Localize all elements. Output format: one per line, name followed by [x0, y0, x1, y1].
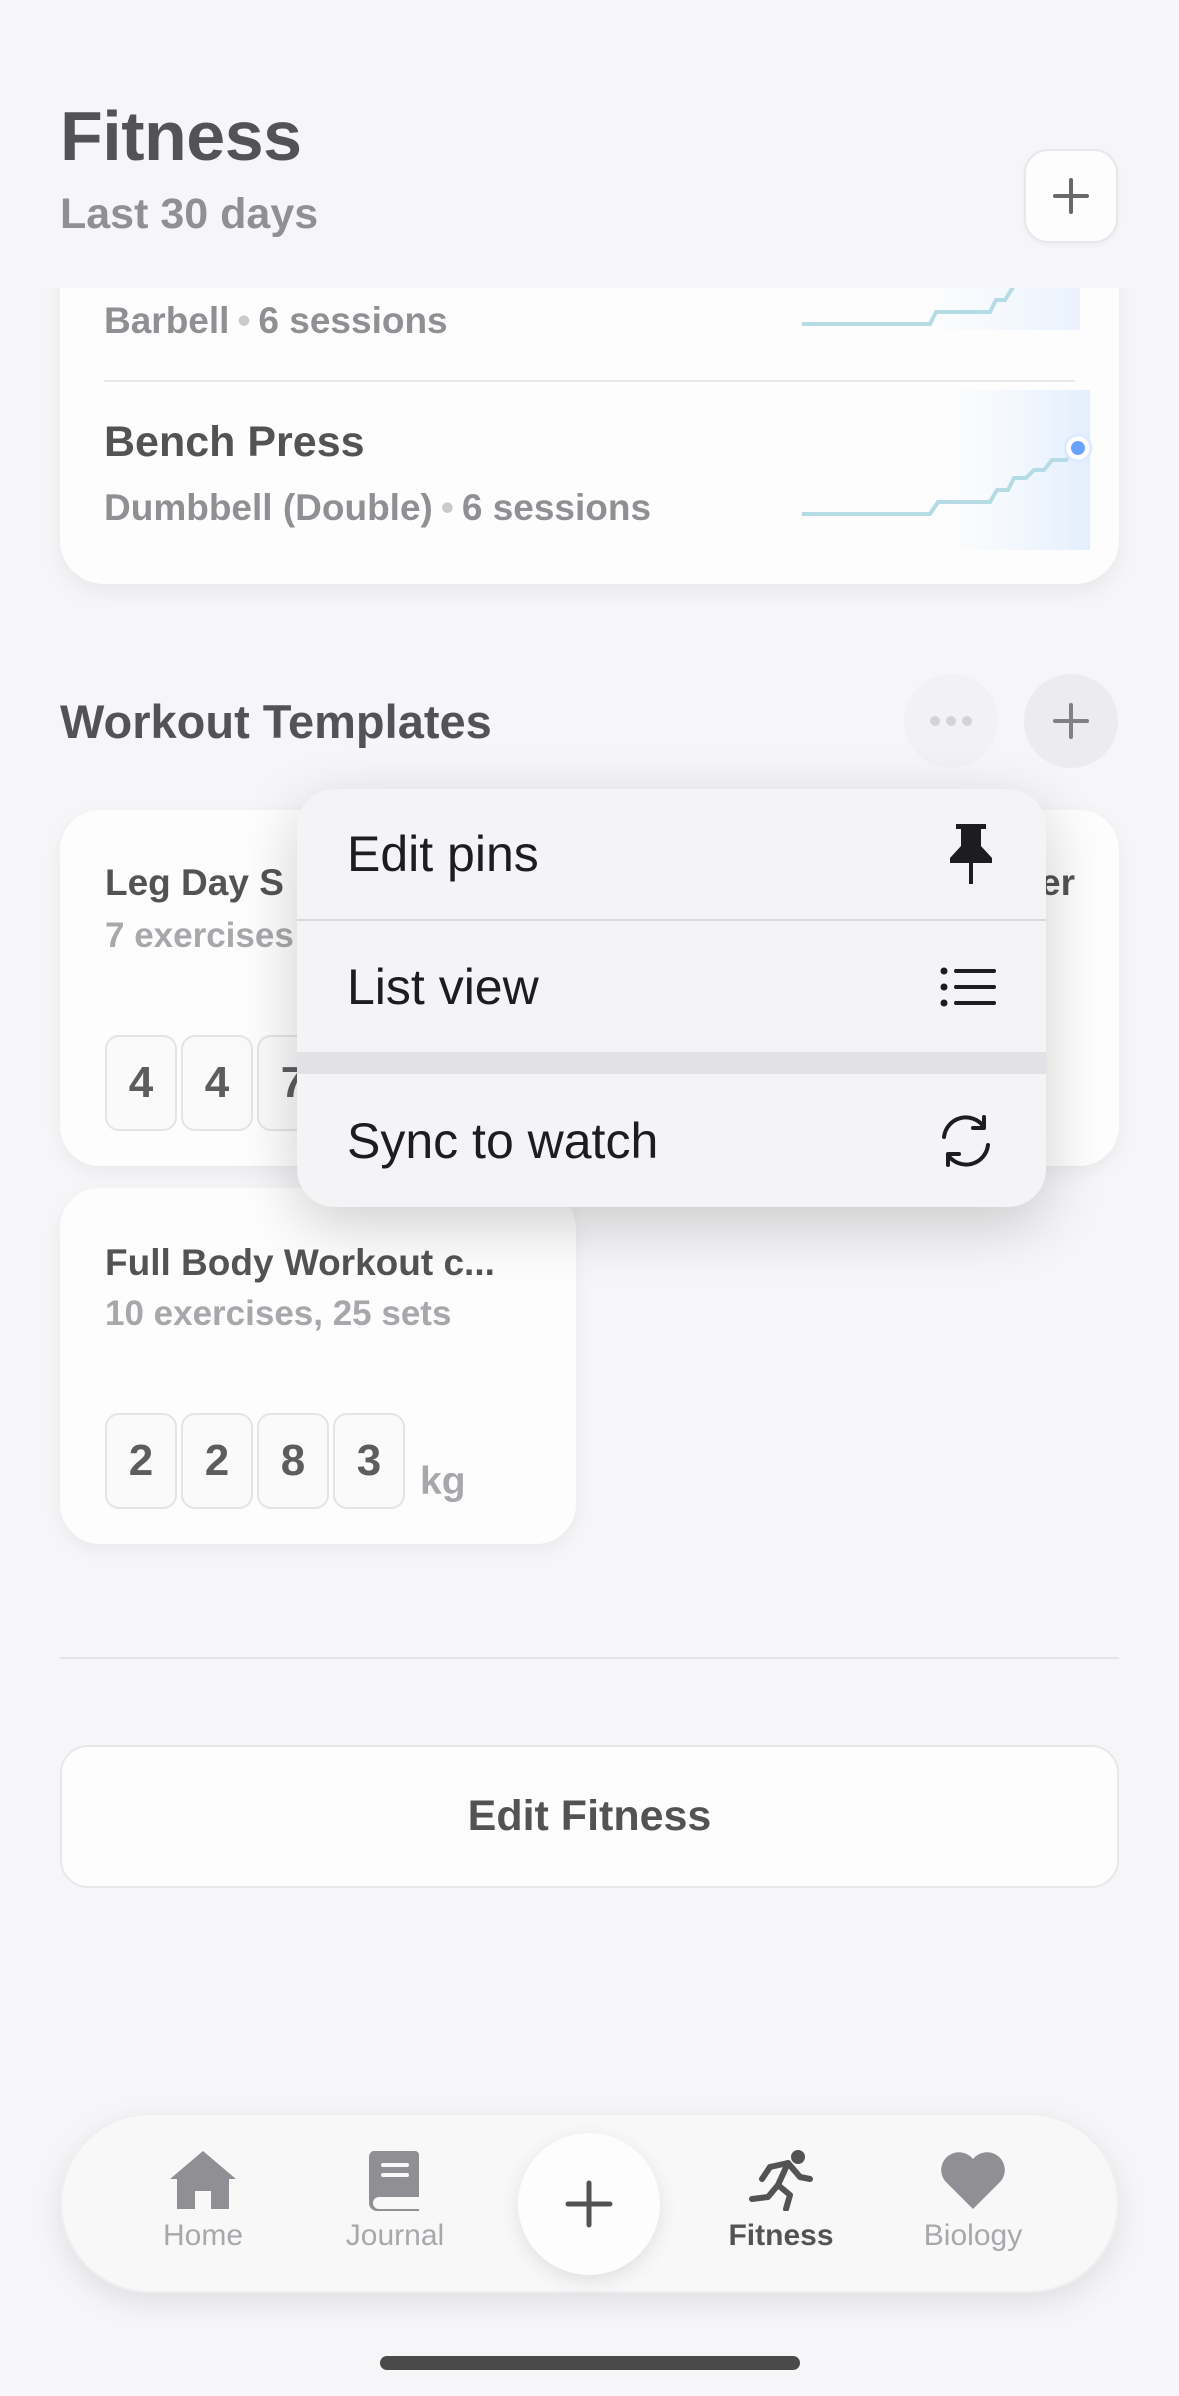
plus-icon — [1053, 178, 1089, 214]
digit-box: 4 — [105, 1035, 177, 1131]
weight-unit: kg — [420, 1460, 466, 1503]
menu-item-edit-pins[interactable]: Edit pins — [297, 789, 1046, 919]
edit-fitness-button[interactable]: Edit Fitness — [60, 1745, 1119, 1888]
book-icon — [368, 2151, 419, 2211]
menu-group-gap — [297, 1052, 1046, 1074]
tab-label: Fitness — [728, 2219, 834, 2252]
menu-item-sync-to-watch[interactable]: Sync to watch — [297, 1074, 1046, 1207]
template-meta: 7 exercises — [105, 916, 294, 955]
page-subtitle: Last 30 days — [60, 190, 319, 238]
tab-home[interactable]: Home — [118, 2149, 288, 2253]
section-divider — [60, 1657, 1119, 1659]
edit-fitness-label: Edit Fitness — [467, 1792, 712, 1840]
exercise-equipment: Dumbbell (Double) — [104, 487, 433, 528]
sync-icon — [942, 1114, 990, 1167]
digit-box: 2 — [181, 1413, 253, 1509]
tab-journal[interactable]: Journal — [310, 2149, 480, 2253]
digit-box: 4 — [181, 1035, 253, 1131]
tab-label: Home — [162, 2219, 244, 2252]
page-title: Fitness — [60, 97, 302, 175]
add-button[interactable] — [1024, 149, 1118, 243]
house-icon — [170, 2151, 236, 2209]
plus-icon — [1053, 703, 1089, 739]
list-icon — [940, 967, 996, 1006]
separator-dot: • — [440, 487, 454, 528]
heart-icon — [941, 2152, 1005, 2209]
exercise-equipment: Barbell — [104, 300, 230, 341]
menu-item-label: Sync to watch — [347, 1112, 659, 1169]
template-card[interactable]: Full Body Workout c... 10 exercises, 25 … — [60, 1188, 576, 1544]
runner-icon — [749, 2150, 813, 2211]
row-divider — [104, 380, 1075, 382]
exercise-sessions: 6 sessions — [461, 487, 652, 528]
menu-item-label: List view — [347, 958, 539, 1015]
exercise-row[interactable]: Bench Press Dumbbell (Double) • 6 sessions — [104, 418, 744, 548]
digit-box: 3 — [333, 1413, 405, 1509]
template-name: Full Body Workout c... — [105, 1242, 495, 1283]
exercise-name: Bench Press — [104, 418, 365, 466]
tab-bar: Home Journal Fitness Biology — [60, 2113, 1119, 2293]
add-template-button[interactable] — [1024, 674, 1118, 768]
separator-dot: • — [237, 300, 251, 341]
ellipsis-icon — [930, 716, 972, 726]
more-button[interactable] — [904, 674, 998, 768]
menu-item-label: Edit pins — [347, 826, 539, 882]
home-indicator — [380, 2356, 800, 2370]
digit-box: 2 — [105, 1413, 177, 1509]
context-menu: Edit pins List view Sync to watch — [297, 789, 1046, 1207]
menu-item-list-view[interactable]: List view — [297, 921, 1046, 1052]
header: Fitness Last 30 days — [0, 0, 1179, 288]
exercise-row[interactable]: Barbell • 6 sessions — [104, 300, 604, 350]
plus-icon — [565, 2180, 613, 2228]
template-meta: 10 exercises, 25 sets — [105, 1294, 452, 1333]
tab-fitness[interactable]: Fitness — [696, 2149, 866, 2253]
tab-label: Journal — [345, 2219, 445, 2252]
digit-box: 8 — [257, 1413, 329, 1509]
exercise-sparkline — [802, 390, 1093, 550]
tab-label: Biology — [923, 2219, 1023, 2252]
section-title: Workout Templates — [60, 695, 492, 748]
center-add-button[interactable] — [518, 2133, 660, 2275]
pin-icon — [950, 824, 992, 884]
tab-biology[interactable]: Biology — [888, 2149, 1058, 2253]
exercise-sessions: 6 sessions — [258, 300, 448, 341]
